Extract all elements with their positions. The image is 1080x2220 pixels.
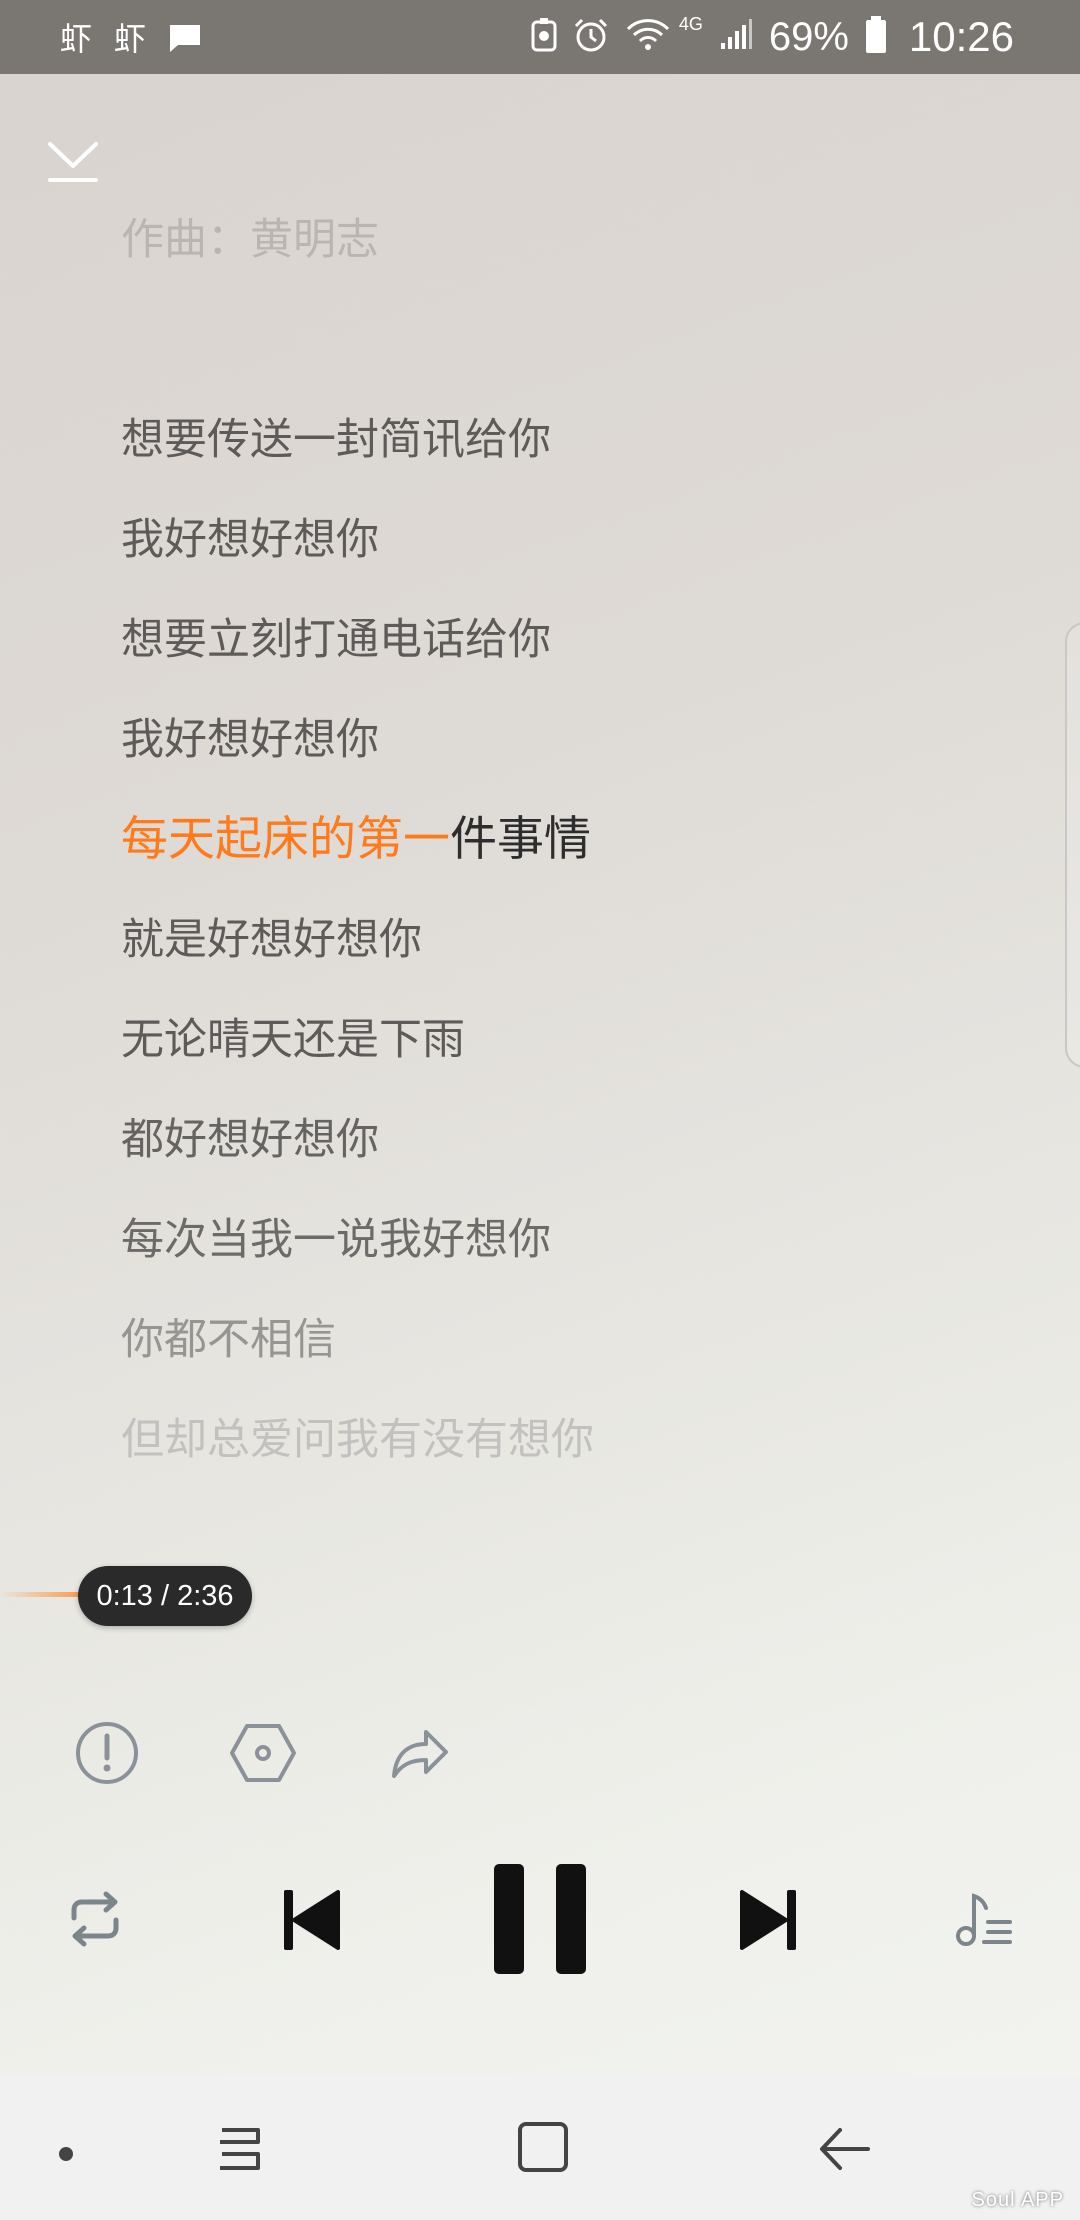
lyric-line: 无论晴天还是下雨: [121, 1015, 465, 1065]
sound-effects-button[interactable]: [228, 1720, 298, 1786]
report-button[interactable]: [74, 1720, 140, 1786]
share-arrow-icon: [392, 1730, 448, 1778]
lyric-composer: 作曲：黄明志: [121, 215, 379, 265]
playback-time[interactable]: 0:13 / 2:36: [78, 1566, 252, 1626]
exclamation-circle-icon: [76, 1722, 138, 1784]
skip-next-icon: [740, 1890, 796, 1950]
battery-percent: 69%: [768, 14, 849, 59]
pause-button[interactable]: [494, 1864, 586, 1974]
lyric-line: 想要立刻打通电话给你: [121, 615, 551, 665]
navigation-bar: Soul APP: [0, 2076, 1080, 2220]
collapse-icon[interactable]: [44, 136, 102, 188]
lyric-line: 但却总爱问我有没有想你: [121, 1415, 594, 1465]
clock: 10:26: [908, 13, 1014, 60]
nav-dot-icon[interactable]: [58, 2146, 74, 2166]
nfc-icon: [531, 17, 557, 57]
next-button[interactable]: [738, 1888, 798, 1952]
pause-icon: [494, 1864, 586, 1974]
previous-button[interactable]: [282, 1888, 342, 1952]
lyric-line: 你都不相信: [121, 1315, 336, 1365]
repeat-icon: [71, 1891, 119, 1947]
lyric-line: 都好想好想你: [121, 1115, 379, 1165]
lyric-line: 每次当我一说我好想你: [121, 1215, 551, 1265]
lyric-line: 想要传送一封简讯给你: [121, 415, 551, 465]
wifi-icon: [625, 18, 671, 57]
battery-icon: [865, 15, 887, 59]
lyric-line: 我好想好想你: [121, 715, 379, 765]
lyric-line: 我好想好想你: [121, 515, 379, 565]
back-arrow-icon: [820, 2128, 870, 2170]
message-icon: [168, 23, 202, 52]
signal-icon: [719, 18, 753, 56]
watermark: Soul APP: [971, 2189, 1064, 2211]
recent-apps-icon: [220, 2128, 260, 2170]
skip-previous-icon: [284, 1890, 340, 1950]
lyric-line-active: 每天起床的第一件事情: [121, 810, 591, 870]
share-button[interactable]: [388, 1720, 450, 1786]
playlist-button[interactable]: [954, 1890, 1014, 1950]
network-type: 4G: [678, 14, 703, 34]
playlist-music-icon: [956, 1893, 1012, 1946]
repeat-button[interactable]: [68, 1890, 122, 1948]
lyric-sung-part: 每天起床的第一: [121, 812, 450, 867]
recent-apps-button[interactable]: [214, 2124, 264, 2178]
app-notification-icon: 虾: [60, 20, 93, 58]
lyric-line: 就是好想好想你: [121, 915, 422, 965]
back-button[interactable]: [818, 2122, 872, 2180]
hexagon-settings-icon: [230, 1724, 296, 1782]
alarm-icon: [573, 17, 609, 58]
status-bar: 虾 虾 4G 69% 10:26: [0, 0, 1080, 74]
lyric-remaining-part: 件事情: [450, 812, 591, 867]
app-notification-icon: 虾: [114, 20, 147, 58]
edge-panel-handle[interactable]: [1065, 622, 1080, 1068]
home-square-icon: [518, 2122, 568, 2172]
home-button[interactable]: [516, 2120, 570, 2178]
